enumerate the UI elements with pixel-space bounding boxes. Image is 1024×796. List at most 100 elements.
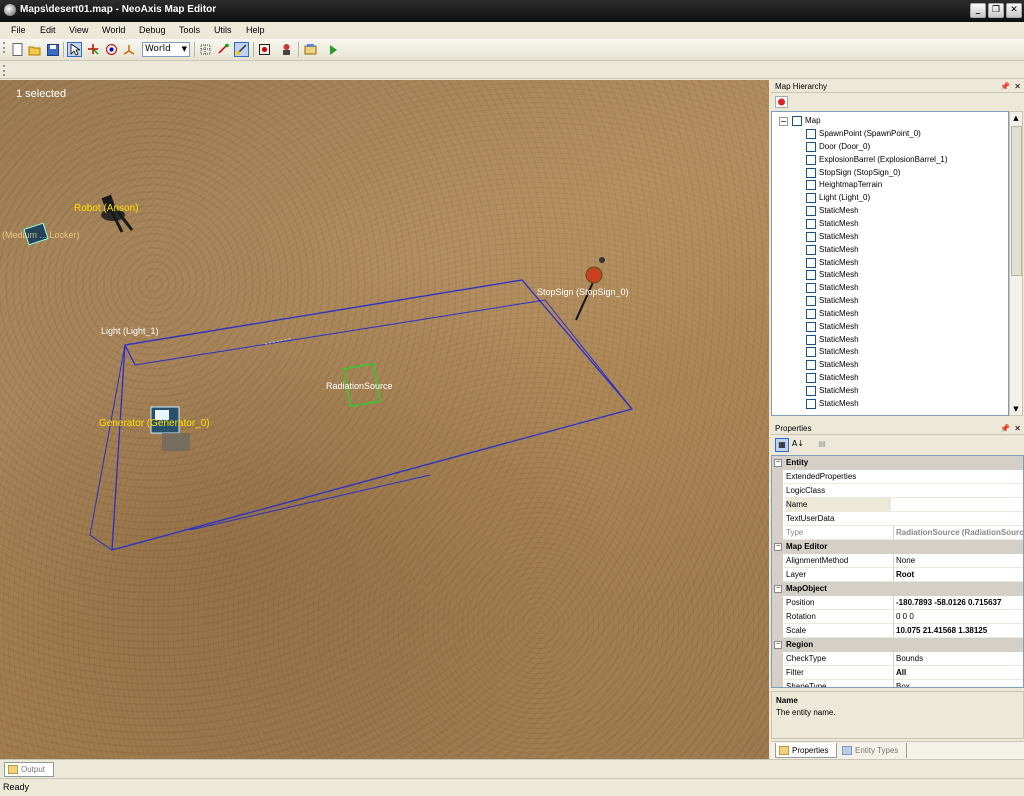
selection-count: 1 selected xyxy=(16,88,67,100)
prop-row-position[interactable]: Position -180.7893 -58.0126 0.715637 xyxy=(772,596,1023,610)
visibility-checkbox[interactable] xyxy=(806,129,816,139)
menu-world[interactable]: World xyxy=(102,25,125,35)
visibility-checkbox[interactable] xyxy=(806,334,816,345)
menu-help[interactable]: Help xyxy=(246,25,265,35)
visibility-checkbox[interactable] xyxy=(806,154,816,165)
pin-icon[interactable]: 📌 xyxy=(1000,80,1010,93)
collapse-icon[interactable]: − xyxy=(774,585,782,593)
collapse-icon[interactable]: − xyxy=(774,543,782,551)
prop-row-checktype[interactable]: CheckType Bounds xyxy=(772,652,1023,666)
snap-move-icon[interactable] xyxy=(216,42,231,57)
toolbar-grip[interactable] xyxy=(3,65,6,76)
snap-rotate-icon[interactable] xyxy=(234,42,249,57)
restore-button[interactable]: ❐ xyxy=(988,3,1004,18)
new-file-icon[interactable] xyxy=(10,42,25,57)
prop-row-logicclass[interactable]: LogicClass xyxy=(772,484,1023,498)
close-icon[interactable]: ✕ xyxy=(1014,80,1021,93)
app-icon[interactable] xyxy=(4,4,16,16)
properties-title: Properties xyxy=(775,424,812,433)
collapse-icon[interactable]: − xyxy=(774,641,782,649)
visibility-checkbox[interactable] xyxy=(806,257,816,268)
scrollbar-thumb[interactable] xyxy=(1011,126,1022,276)
visibility-checkbox[interactable] xyxy=(806,270,816,281)
region-bounding-box[interactable] xyxy=(111,279,634,551)
rotate-tool-icon[interactable] xyxy=(104,42,119,57)
scroll-down-icon[interactable]: ▼ xyxy=(1010,403,1022,415)
tree-item-label: StaticMesh xyxy=(819,231,859,241)
run-simulation-icon[interactable] xyxy=(325,42,340,57)
prop-row-alignment[interactable]: AlignmentMethod None xyxy=(772,554,1023,568)
category-mapobject[interactable]: − MapObject xyxy=(772,582,1023,596)
map-hierarchy-header: Map Hierarchy 📌 ✕ xyxy=(771,80,1024,93)
prop-row-filter[interactable]: Filter All xyxy=(772,666,1023,680)
tree-collapse-toggle[interactable]: − xyxy=(779,117,788,126)
save-icon[interactable] xyxy=(45,42,60,57)
prop-row-shapetype[interactable]: ShapeType Box xyxy=(772,680,1023,687)
close-button[interactable]: ✕ xyxy=(1006,3,1022,18)
generator-model[interactable] xyxy=(150,406,190,451)
category-entity[interactable]: − Entity xyxy=(772,456,1023,470)
properties-toolbar: ▦ A↓ ▤ xyxy=(771,436,1024,454)
tab-output[interactable]: Output xyxy=(4,762,54,777)
scale-tool-icon[interactable] xyxy=(122,42,137,57)
collapse-icon[interactable]: − xyxy=(774,459,782,467)
menu-debug[interactable]: Debug xyxy=(139,25,166,35)
prop-row-name[interactable]: Name xyxy=(772,498,1023,512)
toolbar-grip[interactable] xyxy=(3,42,6,53)
entity-types-icon[interactable] xyxy=(303,42,318,57)
categorized-view-icon[interactable]: ▦ xyxy=(775,438,789,452)
3d-viewport[interactable]: 1 selected Robot (Anson) (Medium ... Loc… xyxy=(0,80,769,759)
visibility-checkbox[interactable] xyxy=(792,116,802,126)
visibility-checkbox[interactable] xyxy=(806,141,816,152)
visibility-checkbox[interactable] xyxy=(806,283,816,294)
prop-row-layer[interactable]: Layer Root xyxy=(772,568,1023,582)
visibility-checkbox[interactable] xyxy=(806,296,816,307)
coordinate-space-dropdown[interactable]: World ▼ xyxy=(142,42,190,57)
prop-row-rotation[interactable]: Rotation 0 0 0 xyxy=(772,610,1023,624)
menu-tools[interactable]: Tools xyxy=(179,25,200,35)
hierarchy-scrollbar[interactable]: ▲ ▼ xyxy=(1009,111,1023,416)
visibility-checkbox[interactable] xyxy=(806,360,816,371)
visibility-checkbox[interactable] xyxy=(806,398,816,409)
prop-row-extended[interactable]: ExtendedProperties xyxy=(772,470,1023,484)
character-icon[interactable] xyxy=(279,42,294,57)
close-icon[interactable]: ✕ xyxy=(1014,422,1021,435)
visibility-checkbox[interactable] xyxy=(806,244,816,255)
visibility-checkbox[interactable] xyxy=(806,347,816,358)
snap-grid-icon[interactable] xyxy=(198,42,213,57)
menu-file[interactable]: File xyxy=(11,25,26,35)
properties-header: Properties 📌 ✕ xyxy=(771,422,1024,435)
visibility-checkbox[interactable] xyxy=(806,308,816,319)
prop-row-textuserdata[interactable]: TextUserData xyxy=(772,512,1023,526)
minimize-button[interactable]: _ xyxy=(970,3,986,18)
menu-view[interactable]: View xyxy=(69,25,88,35)
open-folder-icon[interactable] xyxy=(27,42,42,57)
pin-icon[interactable]: 📌 xyxy=(1000,422,1010,435)
menu-utils[interactable]: Utils xyxy=(214,25,232,35)
visibility-checkbox[interactable] xyxy=(806,206,816,217)
focus-selection-icon[interactable] xyxy=(257,42,272,57)
visibility-checkbox[interactable] xyxy=(806,231,816,242)
visibility-checkbox[interactable] xyxy=(806,180,816,191)
tab-entity-types[interactable]: Entity Types xyxy=(839,743,907,758)
visibility-checkbox[interactable] xyxy=(806,373,816,384)
visibility-checkbox[interactable] xyxy=(806,167,816,178)
prop-row-scale[interactable]: Scale 10.075 21.41568 1.38125 xyxy=(772,624,1023,638)
tree-item-label: StaticMesh xyxy=(819,257,859,267)
visibility-checkbox[interactable] xyxy=(806,193,816,204)
menu-edit[interactable]: Edit xyxy=(40,25,56,35)
prop-row-type[interactable]: Type RadiationSource (RadiationSource) xyxy=(772,526,1023,540)
visibility-checkbox[interactable] xyxy=(806,321,816,332)
category-region[interactable]: − Region xyxy=(772,638,1023,652)
alphabetical-sort-icon[interactable]: A↓ xyxy=(791,438,805,452)
filter-entities-icon[interactable] xyxy=(775,96,788,108)
visibility-checkbox[interactable] xyxy=(806,386,816,396)
category-map-editor[interactable]: − Map Editor xyxy=(772,540,1023,554)
tab-properties[interactable]: Properties xyxy=(775,743,837,758)
move-tool-icon[interactable] xyxy=(86,42,101,57)
select-cursor-icon[interactable] xyxy=(67,42,82,57)
property-pages-icon[interactable]: ▤ xyxy=(815,438,829,452)
tree-item-label: Light (Light_0) xyxy=(819,193,871,203)
scroll-up-icon[interactable]: ▲ xyxy=(1010,112,1022,124)
visibility-checkbox[interactable] xyxy=(806,218,816,229)
